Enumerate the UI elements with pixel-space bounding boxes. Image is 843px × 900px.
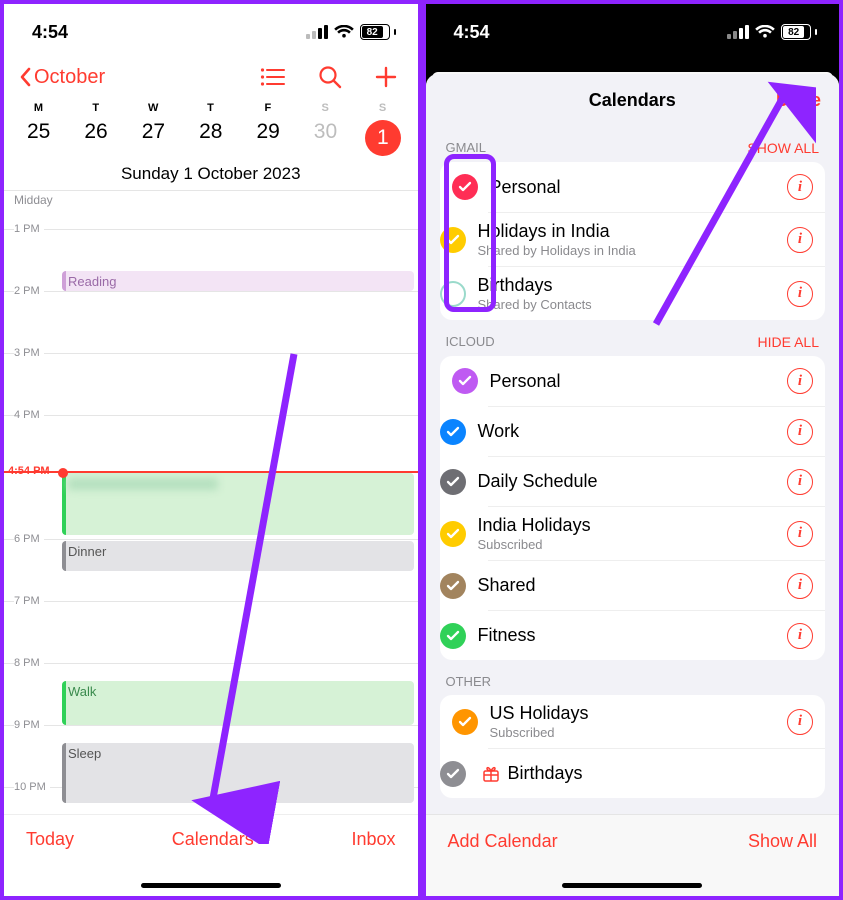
calendar-row-us-holidays[interactable]: US HolidaysSubscribed i: [440, 695, 826, 748]
home-indicator[interactable]: [141, 883, 281, 888]
day-col-fri[interactable]: F29: [239, 102, 296, 156]
info-icon[interactable]: i: [787, 573, 813, 599]
info-icon[interactable]: i: [787, 521, 813, 547]
calendars-button[interactable]: Calendars: [172, 829, 254, 850]
hour-label: 10 PM: [14, 781, 50, 793]
day-col-tue[interactable]: T26: [67, 102, 124, 156]
day-col-sun[interactable]: S1: [354, 102, 411, 156]
day-col-wed[interactable]: W27: [125, 102, 182, 156]
calendar-row-india-holidays[interactable]: India HolidaysSubscribed i: [488, 506, 826, 560]
info-icon[interactable]: i: [787, 469, 813, 495]
gmail-show-all-button[interactable]: SHOW ALL: [747, 140, 819, 156]
calendar-row-personal-icloud[interactable]: Personal i: [440, 356, 826, 406]
done-button[interactable]: Done: [776, 90, 821, 111]
checkmark-icon[interactable]: [452, 174, 478, 200]
checkmark-icon[interactable]: [440, 761, 466, 787]
info-icon[interactable]: i: [787, 623, 813, 649]
hour-label: 4 PM: [14, 409, 44, 421]
status-icons: 82: [306, 24, 396, 40]
day-col-sat[interactable]: S30: [297, 102, 354, 156]
other-calendar-list: US HolidaysSubscribed i Birthdays: [440, 695, 826, 798]
day-timeline[interactable]: Midday 1 PM 2 PM 3 PM 4 PM 6 PM 7 PM 8 P…: [4, 191, 418, 896]
status-bar: 4:54 82: [426, 4, 840, 60]
gift-icon: [482, 765, 500, 783]
status-time: 4:54: [32, 22, 68, 43]
calendar-day-view-screen: 4:54 82 October M25 T26 W27 T28 F29 S30 …: [0, 0, 422, 900]
status-icons: 82: [727, 24, 817, 40]
calendars-sheet: Calendars Done GMAIL SHOW ALL Personal i…: [426, 74, 840, 896]
hour-label: 9 PM: [14, 719, 44, 731]
calendar-row-holidays-india[interactable]: Holidays in IndiaShared by Holidays in I…: [488, 212, 826, 266]
search-icon[interactable]: [318, 65, 342, 89]
list-view-icon[interactable]: [260, 67, 286, 87]
midday-label: Midday: [14, 193, 53, 207]
event-reading[interactable]: Reading: [62, 271, 414, 291]
info-icon[interactable]: i: [787, 368, 813, 394]
hour-label: 2 PM: [14, 285, 44, 297]
calendar-row-personal-gmail[interactable]: Personal i: [440, 162, 826, 212]
day-col-thu[interactable]: T28: [182, 102, 239, 156]
section-header-icloud: ICLOUD HIDE ALL: [426, 320, 840, 356]
checkmark-icon[interactable]: [440, 227, 466, 253]
icloud-calendar-list: Personal i Work i Daily Schedule i India…: [440, 356, 826, 660]
sheet-title: Calendars: [589, 90, 676, 111]
home-indicator[interactable]: [562, 883, 702, 888]
status-bar: 4:54 82: [4, 4, 418, 60]
sheet-show-all-button[interactable]: Show All: [748, 831, 817, 852]
calendars-sheet-screen: 4:54 82 Calendars Done GMAIL SHOW ALL: [422, 0, 843, 900]
info-icon[interactable]: i: [787, 227, 813, 253]
battery-icon: 82: [360, 24, 396, 40]
full-date-label: Sunday 1 October 2023: [4, 164, 418, 191]
gmail-calendar-list: Personal i Holidays in IndiaShared by Ho…: [440, 162, 826, 320]
nav-header: October: [4, 60, 418, 102]
section-header-gmail: GMAIL SHOW ALL: [426, 126, 840, 162]
today-button[interactable]: Today: [26, 829, 74, 850]
inbox-button[interactable]: Inbox: [351, 829, 395, 850]
chevron-left-icon: [18, 67, 32, 87]
hour-label: 3 PM: [14, 347, 44, 359]
week-header: M25 T26 W27 T28 F29 S30 S1: [4, 102, 418, 156]
hour-label: 7 PM: [14, 595, 44, 607]
hour-label: 1 PM: [14, 223, 44, 235]
battery-icon: 82: [781, 24, 817, 40]
back-label: October: [34, 66, 105, 89]
calendar-row-shared[interactable]: Shared i: [488, 560, 826, 610]
calendar-row-work[interactable]: Work i: [488, 406, 826, 456]
checkmark-icon[interactable]: [452, 368, 478, 394]
calendar-row-fitness[interactable]: Fitness i: [488, 610, 826, 660]
event-sleep[interactable]: Sleep: [62, 743, 414, 803]
event-dinner[interactable]: Dinner: [62, 541, 414, 571]
hour-label: 6 PM: [14, 533, 44, 545]
icloud-hide-all-button[interactable]: HIDE ALL: [758, 334, 819, 350]
calendar-row-birthdays-other[interactable]: Birthdays: [488, 748, 826, 798]
checkmark-icon[interactable]: [452, 709, 478, 735]
checkmark-icon[interactable]: [440, 623, 466, 649]
info-icon[interactable]: i: [787, 281, 813, 307]
add-event-icon[interactable]: [374, 65, 398, 89]
sheet-header: Calendars Done: [426, 74, 840, 126]
wifi-icon: [334, 25, 354, 39]
event-walk[interactable]: Walk: [62, 681, 414, 725]
back-button[interactable]: October: [18, 66, 105, 89]
checkmark-icon[interactable]: [440, 469, 466, 495]
add-calendar-button[interactable]: Add Calendar: [448, 831, 558, 852]
current-time-indicator: 4:54 PM: [4, 471, 418, 473]
checkmark-icon[interactable]: [440, 521, 466, 547]
calendar-row-birthdays-gmail[interactable]: BirthdaysShared by Contacts i: [488, 266, 826, 320]
info-icon[interactable]: i: [787, 174, 813, 200]
info-icon[interactable]: i: [787, 709, 813, 735]
status-time: 4:54: [454, 22, 490, 43]
event-current[interactable]: [62, 473, 414, 535]
cellular-signal-icon: [306, 25, 328, 39]
day-col-mon[interactable]: M25: [10, 102, 67, 156]
cellular-signal-icon: [727, 25, 749, 39]
checkmark-icon[interactable]: [440, 281, 466, 307]
wifi-icon: [755, 25, 775, 39]
info-icon[interactable]: i: [787, 419, 813, 445]
checkmark-icon[interactable]: [440, 419, 466, 445]
checkmark-icon[interactable]: [440, 573, 466, 599]
calendar-row-daily-schedule[interactable]: Daily Schedule i: [488, 456, 826, 506]
hour-label: 8 PM: [14, 657, 44, 669]
section-header-other: OTHER: [426, 660, 840, 695]
